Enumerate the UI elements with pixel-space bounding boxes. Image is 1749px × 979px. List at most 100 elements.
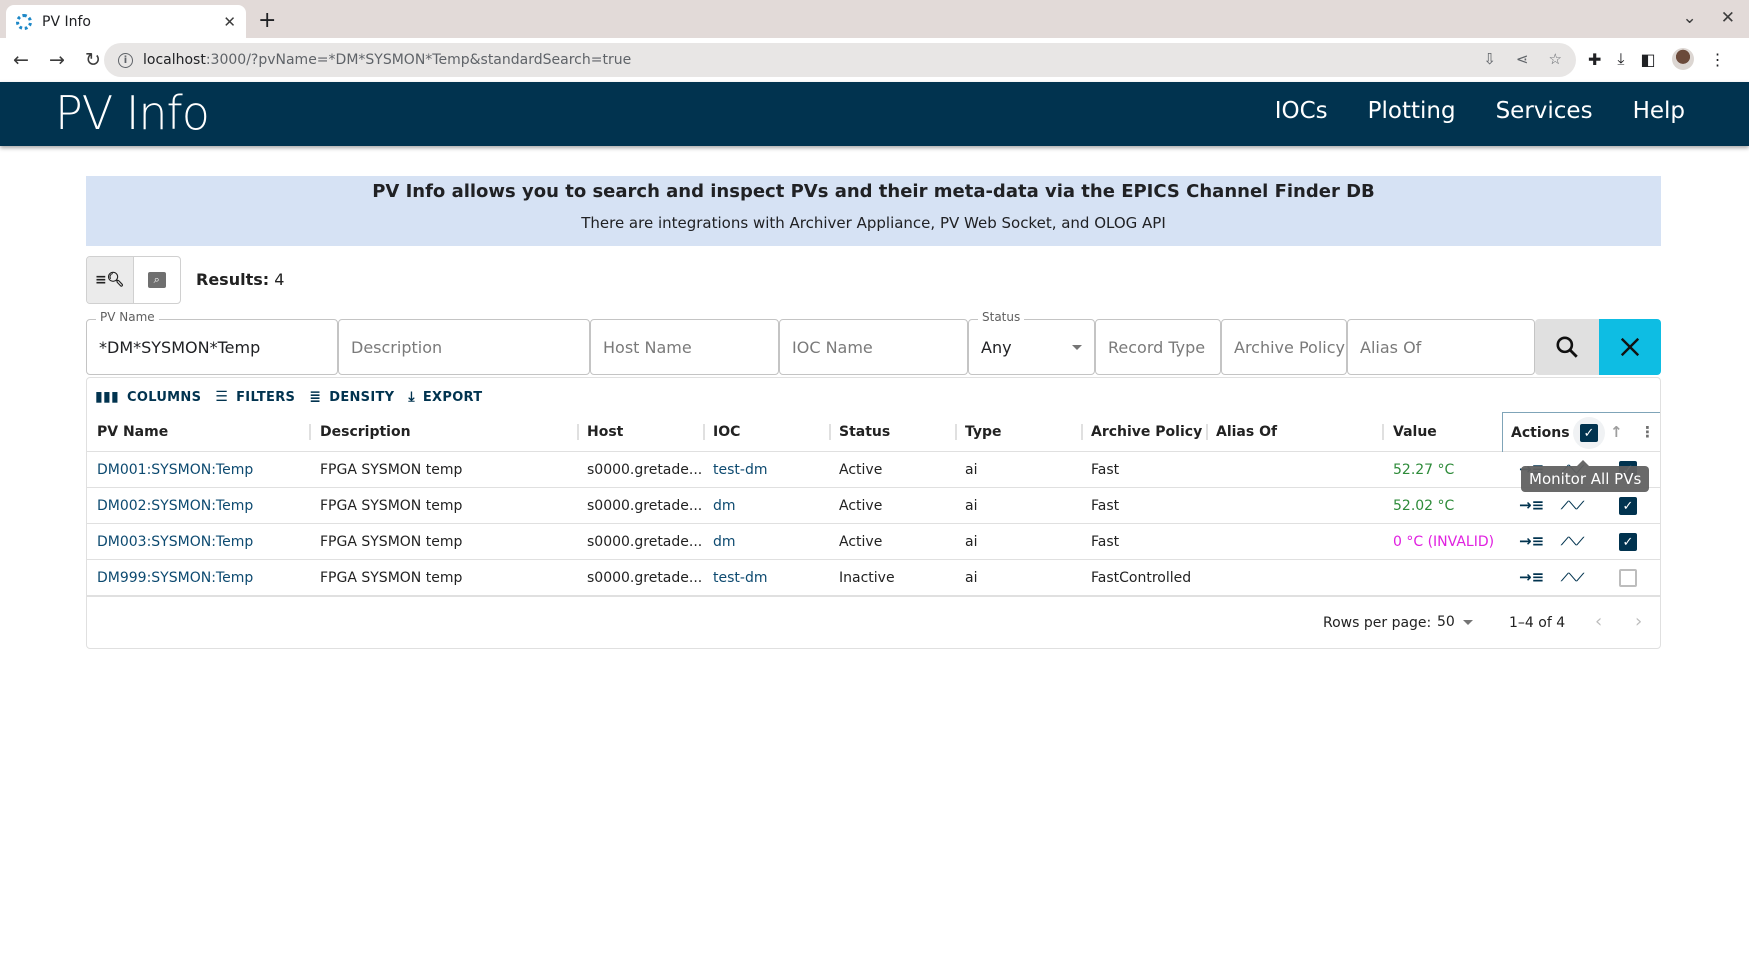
col-header-host[interactable]: Host	[577, 412, 623, 451]
profile-avatar[interactable]	[1671, 48, 1694, 70]
record-type-input[interactable]	[1108, 337, 1220, 357]
side-panel-icon[interactable]: ◧	[1640, 50, 1655, 69]
col-header-description[interactable]: Description	[310, 412, 411, 451]
url-host: localhost	[143, 52, 206, 68]
favicon-icon	[16, 13, 32, 30]
grid-header-row: PV Name Description Host IOC Status Type…	[87, 412, 1660, 452]
standard-search-toggle[interactable]: ≡🔍︎	[87, 257, 134, 303]
address-bar[interactable]: i localhost:3000/?pvName=*DM*SYSMON*Temp…	[104, 43, 1576, 77]
archive-policy-input[interactable]	[1234, 337, 1346, 357]
monitor-checkbox[interactable]	[1619, 569, 1637, 587]
info-banner: PV Info allows you to search and inspect…	[86, 176, 1661, 246]
app-title[interactable]: PV Info	[55, 86, 210, 140]
nav-services[interactable]: Services	[1496, 98, 1593, 124]
table-row[interactable]: DM002:SYSMON:Temp FPGA SYSMON temp s0000.g…	[87, 488, 1660, 524]
sort-arrow-up-icon[interactable]: ↑	[1610, 423, 1623, 441]
table-row[interactable]: DM001:SYSMON:Temp FPGA SYSMON temp s0000.g…	[87, 452, 1660, 488]
column-menu-icon[interactable]: ⋮	[1640, 423, 1655, 441]
grid-toolbar: ▮▮▮ COLUMNS ☰ FILTERS ≣ DENSITY ⤓ EXPORT	[95, 389, 482, 405]
nav-plotting[interactable]: Plotting	[1368, 98, 1456, 124]
pv-name-input[interactable]	[99, 337, 337, 357]
density-button[interactable]: ≣ DENSITY	[309, 389, 394, 405]
plot-trend-icon[interactable]: ⟋⟍⟋	[1561, 535, 1584, 549]
col-header-alias-of[interactable]: Alias Of	[1206, 412, 1277, 451]
pv-data-grid: ▮▮▮ COLUMNS ☰ FILTERS ≣ DENSITY ⤓ EXPORT PV …	[86, 377, 1661, 649]
col-header-actions[interactable]: Actions ✓ ↑ ⋮	[1502, 412, 1660, 452]
cell-ioc[interactable]: test-dm	[703, 560, 767, 595]
downloads-icon[interactable]: ⤓	[1617, 49, 1624, 69]
nav-iocs[interactable]: IOCs	[1275, 98, 1328, 124]
tab-title: PV Info	[42, 13, 91, 30]
plot-trend-icon[interactable]: ⟋⟍⟋	[1561, 499, 1584, 513]
status-value: Any	[981, 337, 1012, 357]
bookmark-star-icon[interactable]: ☆	[1549, 50, 1562, 68]
share-icon[interactable]: ⋖	[1516, 50, 1529, 68]
cell-type: ai	[965, 497, 978, 514]
close-tab-icon[interactable]: ✕	[223, 13, 236, 31]
export-button[interactable]: ⤓ EXPORT	[408, 389, 482, 405]
rows-per-page-value: 50	[1437, 614, 1455, 630]
next-page-icon[interactable]: ›	[1635, 611, 1642, 632]
cell-type: ai	[965, 533, 978, 550]
table-row[interactable]: DM999:SYSMON:Temp FPGA SYSMON temp s0000.g…	[87, 560, 1660, 596]
browser-tabstrip: PV Info ✕ + ⌄ ✕	[0, 0, 1749, 38]
ioc-name-input[interactable]	[792, 337, 967, 357]
back-icon[interactable]: ←	[6, 49, 36, 71]
cell-pv-name[interactable]: DM001:SYSMON:Temp	[87, 452, 253, 487]
pv-details-icon[interactable]: →≡	[1519, 568, 1544, 586]
pv-details-icon[interactable]: →≡	[1519, 496, 1544, 514]
cell-host: s0000.gretade...	[587, 533, 703, 550]
cell-pv-name[interactable]: DM003:SYSMON:Temp	[87, 524, 253, 559]
cell-pv-name[interactable]: DM999:SYSMON:Temp	[87, 560, 253, 595]
cell-pv-name[interactable]: DM002:SYSMON:Temp	[87, 488, 253, 523]
col-header-pv-name[interactable]: PV Name	[87, 412, 168, 451]
tab-search-chevron-icon[interactable]: ⌄	[1683, 8, 1697, 28]
previous-page-icon[interactable]: ‹	[1595, 611, 1602, 632]
clear-button[interactable]	[1599, 319, 1661, 375]
cell-description: FPGA SYSMON temp	[320, 569, 463, 586]
search-icon	[1556, 336, 1578, 358]
browser-tab[interactable]: PV Info ✕	[6, 5, 246, 38]
description-input[interactable]	[351, 337, 589, 357]
filters-button[interactable]: ☰ FILTERS	[215, 389, 295, 405]
results-count: Results: 4	[196, 270, 284, 289]
download-icon: ⤓	[408, 389, 415, 405]
table-row[interactable]: DM003:SYSMON:Temp FPGA SYSMON temp s0000.g…	[87, 524, 1660, 560]
alias-of-input[interactable]	[1360, 337, 1534, 357]
new-tab-button[interactable]: +	[258, 8, 276, 33]
cell-ioc[interactable]: test-dm	[703, 452, 767, 487]
forward-icon[interactable]: →	[42, 49, 72, 71]
host-name-input[interactable]	[603, 337, 778, 357]
monitor-checkbox[interactable]: ✓	[1619, 533, 1637, 551]
extensions-puzzle-icon[interactable]: ✚	[1588, 50, 1601, 69]
col-header-ioc[interactable]: IOC	[703, 412, 740, 451]
cell-description: FPGA SYSMON temp	[320, 461, 463, 478]
install-app-icon[interactable]: ⇩	[1483, 50, 1496, 68]
status-select[interactable]: Status Any	[968, 310, 1095, 375]
browser-menu-icon[interactable]: ⋮	[1710, 50, 1726, 69]
columns-button[interactable]: ▮▮▮ COLUMNS	[95, 389, 201, 405]
col-header-archive-policy[interactable]: Archive Policy	[1081, 412, 1202, 451]
plot-trend-icon[interactable]: ⟋⟍⟋	[1561, 571, 1584, 585]
window-close-icon[interactable]: ✕	[1721, 8, 1735, 28]
col-header-status[interactable]: Status	[829, 412, 890, 451]
monitor-all-checkbox[interactable]: ✓	[1573, 417, 1605, 449]
url-path: :3000/?pvName=*DM*SYSMON*Temp&standardSe…	[205, 52, 632, 68]
cell-ioc[interactable]: dm	[703, 524, 736, 559]
cell-value: 52.27 °C	[1393, 461, 1455, 478]
description-field	[338, 319, 590, 375]
search-button[interactable]	[1535, 319, 1599, 375]
rows-per-page-select[interactable]: 50	[1437, 614, 1473, 630]
monitor-checkbox[interactable]: ✓	[1619, 497, 1637, 515]
free-search-toggle[interactable]: ⌕	[134, 257, 181, 303]
browser-toolbar: ← → ↻ i localhost:3000/?pvName=*DM*SYSMO…	[0, 38, 1749, 82]
col-header-type[interactable]: Type	[955, 412, 1002, 451]
site-info-icon[interactable]: i	[118, 52, 133, 68]
grid-footer: Rows per page: 50 1–4 of 4 ‹ ›	[87, 596, 1660, 649]
pv-details-icon[interactable]: →≡	[1519, 532, 1544, 550]
filter-list-icon: ☰	[215, 389, 229, 405]
col-header-value[interactable]: Value	[1383, 412, 1437, 451]
nav-help[interactable]: Help	[1633, 98, 1685, 124]
cell-archive-policy: Fast	[1091, 497, 1120, 514]
cell-ioc[interactable]: dm	[703, 488, 736, 523]
